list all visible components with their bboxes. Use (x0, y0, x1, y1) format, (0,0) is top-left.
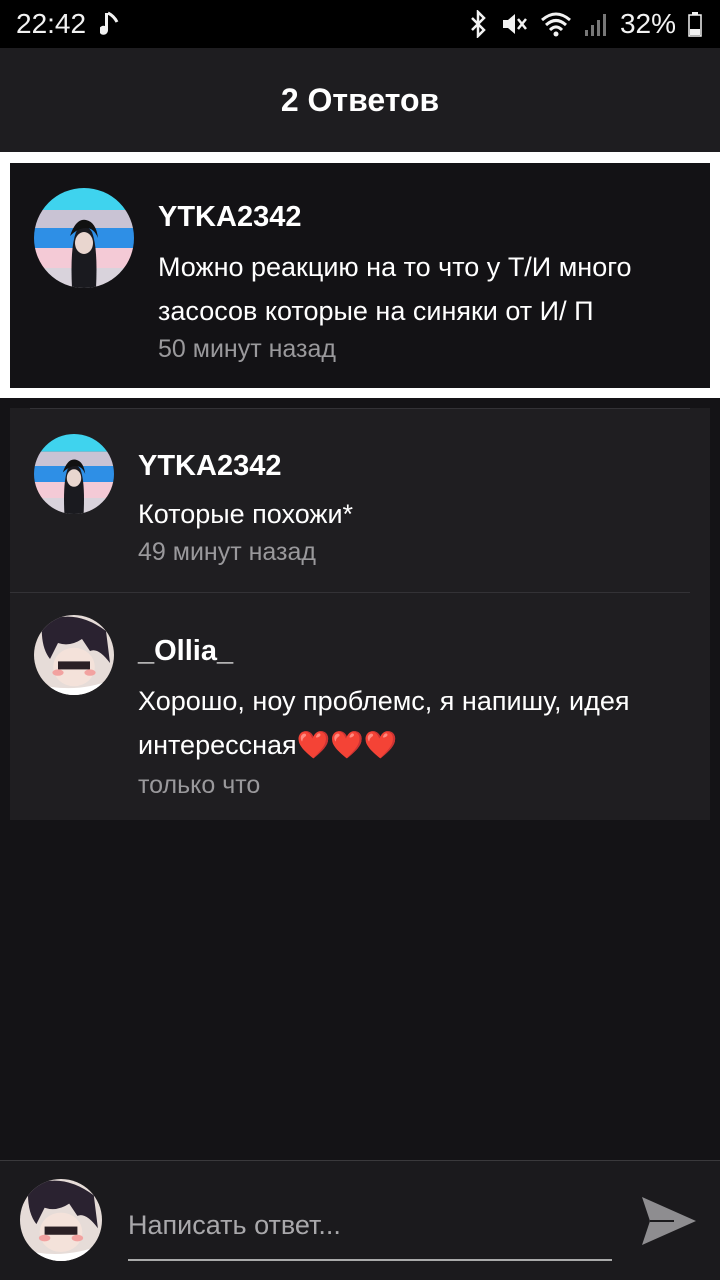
send-icon[interactable] (640, 1193, 698, 1249)
reply-timestamp: только что (138, 771, 261, 799)
reply-username[interactable]: _Ollia_ (138, 635, 233, 668)
battery-icon (688, 10, 702, 38)
signal-icon (584, 10, 608, 38)
comment-text-line-1: Можно реакцию на то что у Т/И много (158, 252, 632, 282)
reply-text: Которые похожи* (138, 499, 354, 529)
reply-text-line-2: интерессная❤️❤️❤️ (138, 730, 398, 760)
highlighted-comment-frame: YTKA2342 Можно реакцию на то что у Т/И м… (0, 152, 720, 398)
status-time: 22:42 (16, 8, 87, 39)
reply-username[interactable]: YTKA2342 (138, 450, 281, 483)
reply-item[interactable]: YTKA2342 Которые похожи* 49 минут назад (10, 408, 710, 592)
avatar[interactable] (34, 434, 114, 514)
battery-percent: 32% (619, 8, 676, 39)
page-header: 2 Ответов (0, 48, 720, 152)
wifi-icon (540, 10, 572, 38)
music-note-icon (100, 10, 120, 38)
comment-text-line-2: засосов которые на синяки от И/ П (158, 296, 594, 326)
status-bar: 22:42 32% (0, 0, 720, 48)
bluetooth-icon (468, 10, 488, 38)
reply-composer: Написать ответ... (0, 1160, 720, 1280)
replies-list: YTKA2342 Которые похожи* 49 минут назад … (10, 408, 710, 820)
comment-timestamp: 50 минут назад (158, 335, 336, 363)
current-user-avatar (20, 1179, 102, 1261)
reply-input[interactable]: Написать ответ... (128, 1191, 612, 1261)
page-title: 2 Ответов (280, 81, 440, 118)
avatar[interactable] (34, 615, 114, 695)
reply-timestamp: 49 минут назад (138, 538, 316, 566)
mute-icon (500, 10, 528, 38)
comment-username[interactable]: YTKA2342 (158, 201, 301, 234)
reply-item[interactable]: _Ollia_ Хорошо, ноу проблемс, я напишу, … (10, 593, 710, 820)
avatar[interactable] (34, 188, 134, 288)
reply-text-line-1: Хорошо, ноу проблемс, я напишу, идея (138, 686, 630, 716)
highlighted-comment[interactable]: YTKA2342 Можно реакцию на то что у Т/И м… (10, 163, 710, 388)
